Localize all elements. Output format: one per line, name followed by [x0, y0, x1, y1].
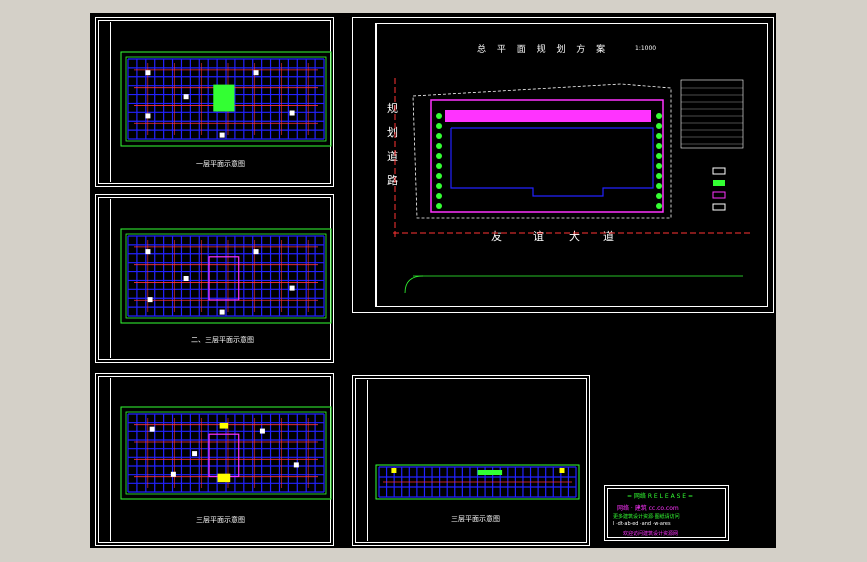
floor-plan-2	[120, 228, 332, 324]
floor-plan-3	[120, 406, 332, 500]
plan-linework	[120, 51, 332, 147]
title-strip	[100, 22, 111, 182]
drawing-canvas: 一层平面示意图 二、三层平面示意图 三层平面示意图 总 平 面 规 划 方 案 …	[90, 13, 776, 548]
floor-plan-long	[375, 464, 580, 500]
title-block-line-1: = 网络 R E L E A S E =	[627, 493, 694, 500]
title-block-line-4: I ·dt·ab·ed ·and ·w·ares	[613, 521, 671, 527]
plan-linework	[120, 228, 332, 324]
plan-caption-2: 二、三层平面示意图	[191, 336, 254, 344]
title-block-line-2: 网络 · 建筑 cc.co.com	[617, 505, 679, 512]
title-block-line-3: 更多建筑设计资源·图纸请访问	[613, 514, 680, 520]
floor-plan-1	[120, 51, 332, 147]
sheet-floor-long: 三层平面示意图	[352, 375, 590, 546]
sheet-floor-2: 二、三层平面示意图	[95, 194, 334, 363]
site-plan-drawing	[393, 78, 753, 294]
sheet-floor-1: 一层平面示意图	[95, 17, 334, 187]
plan-caption-3: 三层平面示意图	[196, 516, 245, 524]
plan-linework	[120, 406, 332, 500]
title-block-line-5: 欢迎访问建筑设计资源网	[623, 531, 679, 537]
title-strip	[100, 378, 111, 541]
plan-linework	[375, 464, 580, 500]
title-strip	[357, 380, 368, 541]
plan-caption-4: 三层平面示意图	[451, 515, 500, 523]
title-block: = 网络 R E L E A S E = 网络 · 建筑 cc.co.com 更…	[604, 485, 729, 541]
title-strip	[100, 199, 111, 358]
plan-caption-1: 一层平面示意图	[196, 160, 245, 168]
sheet-floor-3: 三层平面示意图	[95, 373, 334, 546]
sheet-site-plan: 总 平 面 规 划 方 案 1:1000 规 划 道 路 友 谊 大 道	[352, 17, 774, 313]
